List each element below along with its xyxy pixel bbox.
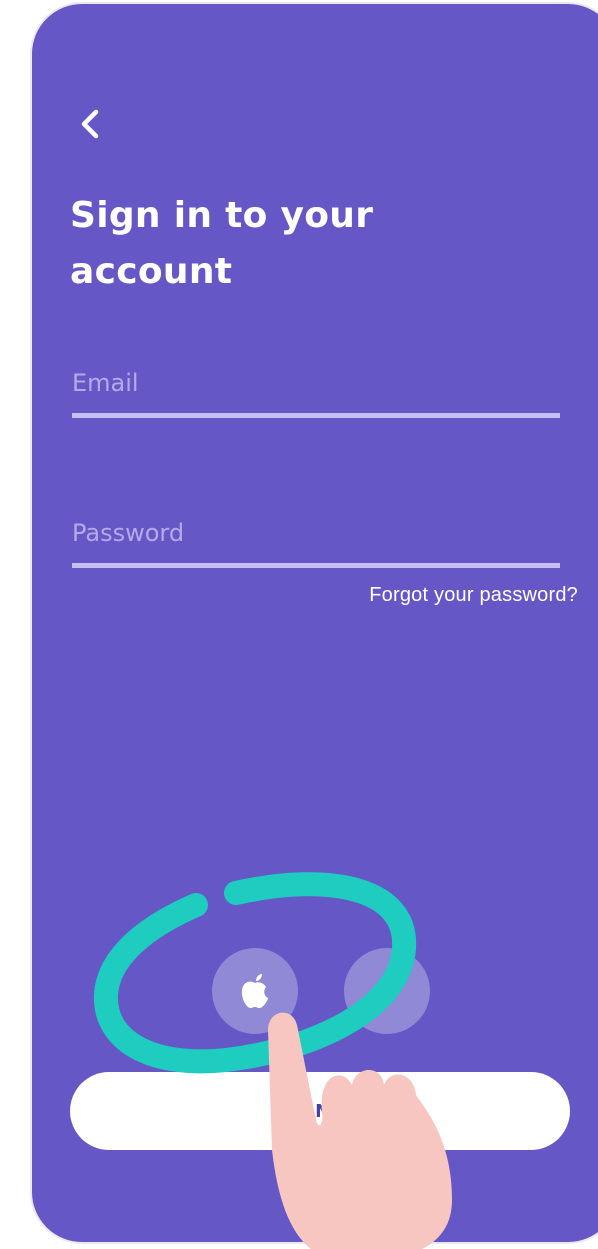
email-input[interactable]	[72, 352, 560, 418]
phone-screen: Sign in to your account Forgot your pass…	[30, 2, 598, 1244]
page-title: Sign in to your account	[70, 195, 374, 292]
social-login-button[interactable]	[344, 948, 430, 1034]
screen-frame: Sign in to your account Forgot your pass…	[0, 0, 598, 1249]
password-input[interactable]	[72, 502, 560, 568]
forgot-password-link[interactable]: Forgot your password?	[369, 584, 578, 607]
back-chevron-icon[interactable]	[72, 104, 112, 144]
apple-icon	[241, 974, 268, 1009]
apple-sign-in-button[interactable]	[212, 948, 298, 1034]
sign-in-button[interactable]: SIGN IN	[70, 1072, 570, 1150]
